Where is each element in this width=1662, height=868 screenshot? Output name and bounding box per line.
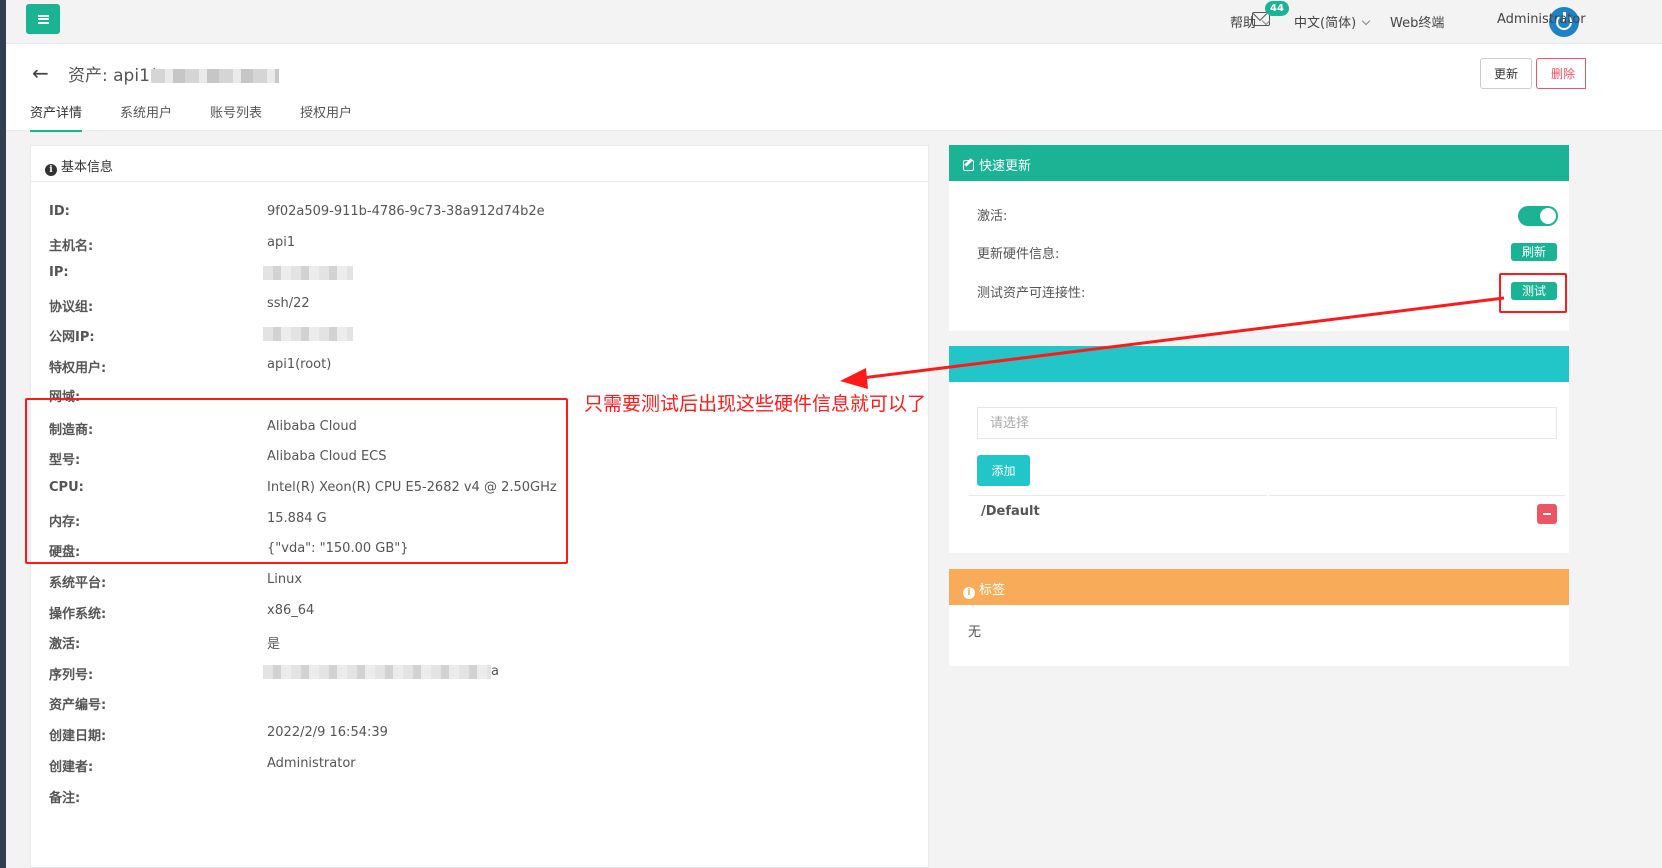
language-label: 中文(简体)	[1294, 16, 1357, 31]
test-connectivity-label: 测试资产可连接性:	[977, 286, 1086, 301]
web-terminal-link[interactable]: Web终端	[1390, 12, 1444, 31]
add-node-button[interactable]: 添加	[977, 455, 1030, 486]
tags-empty-text: 无	[968, 625, 982, 640]
info-value	[263, 265, 863, 280]
menu-toggle-button[interactable]	[26, 4, 60, 34]
active-toggle[interactable]	[1518, 206, 1558, 226]
info-value: Administrator	[267, 756, 356, 771]
node-select-input[interactable]	[977, 407, 1557, 439]
page-header: ← 资产: api1( 资产详情 系统用户 账号列表 授权用户 更新 删除	[6, 44, 1662, 132]
info-label: 序列号:	[49, 668, 94, 683]
info-value: ssh/22	[267, 296, 310, 311]
tab-asset-detail[interactable]: 资产详情	[30, 102, 83, 132]
divider	[1267, 495, 1269, 496]
info-value: x86_64	[267, 603, 315, 618]
chevron-down-icon	[1361, 16, 1371, 26]
tab-system-users[interactable]: 系统用户	[120, 102, 172, 132]
quick-update-title: 快速更新	[979, 159, 1032, 174]
info-label: 创建日期:	[49, 729, 107, 744]
update-button[interactable]: 更新	[1480, 58, 1532, 89]
info-label: IP:	[49, 265, 69, 280]
back-arrow-icon[interactable]: ←	[32, 61, 49, 85]
node-panel-header	[949, 346, 1569, 382]
tags-panel: i 标签 无	[949, 569, 1569, 666]
info-circle-icon: i	[45, 164, 57, 176]
info-label: 主机名:	[49, 239, 94, 254]
hardware-highlight-box	[25, 398, 568, 564]
info-label: 公网IP:	[49, 330, 95, 345]
refresh-hardware-button[interactable]: 刷新	[1511, 243, 1557, 261]
info-circle-icon: i	[963, 587, 975, 599]
info-label: 资产编号:	[49, 698, 107, 713]
active-label: 激活:	[977, 209, 1008, 224]
info-value: 2022/2/9 16:54:39	[267, 725, 388, 740]
masked-ip	[150, 69, 279, 83]
info-label: 备注:	[49, 791, 81, 806]
edit-icon	[963, 160, 974, 171]
top-navbar: 44 帮助 中文(简体) Web终端 Administrator	[6, 0, 1662, 44]
info-value	[263, 326, 863, 341]
annotation-text: 只需要测试后出现这些硬件信息就可以了	[584, 393, 927, 415]
info-value: a	[263, 664, 863, 679]
info-label: 操作系统:	[49, 607, 107, 622]
language-menu[interactable]: 中文(简体)	[1294, 12, 1371, 31]
info-value: api1	[267, 235, 296, 250]
info-label: 创建者:	[49, 760, 94, 775]
masked-value	[263, 664, 491, 679]
tab-account-list[interactable]: 账号列表	[210, 102, 262, 132]
masked-value	[263, 265, 353, 280]
quick-update-panel: 快速更新 激活: 更新硬件信息: 刷新 测试资产可连接性: 测试	[949, 145, 1569, 331]
info-label: 协议组:	[49, 300, 94, 315]
page-title-text: 资产: api1(	[68, 66, 157, 86]
tags-header: i 标签	[949, 569, 1569, 605]
basic-info-title: i 基本信息	[31, 146, 928, 182]
user-menu[interactable]: Administrator	[1497, 12, 1586, 27]
info-value: api1(root)	[267, 357, 332, 372]
remove-node-button[interactable]	[1537, 504, 1557, 524]
help-menu[interactable]: 帮助	[1230, 12, 1271, 31]
tab-bar: 资产详情 系统用户 账号列表 授权用户	[30, 102, 390, 132]
masked-value	[263, 326, 353, 341]
info-label: 系统平台:	[49, 576, 107, 591]
page-title: 资产: api1(	[68, 61, 279, 86]
node-item: /Default	[981, 504, 1040, 519]
basic-info-title-text: 基本信息	[61, 160, 114, 175]
help-label: 帮助	[1230, 16, 1257, 31]
hamburger-icon	[37, 14, 49, 24]
quick-update-header: 快速更新	[949, 145, 1569, 181]
hardware-label: 更新硬件信息:	[977, 247, 1060, 262]
tags-title: 标签	[979, 583, 1006, 598]
serial-suffix: a	[491, 664, 499, 679]
delete-button[interactable]: 删除	[1536, 58, 1586, 89]
tab-authorized-users[interactable]: 授权用户	[300, 102, 352, 132]
info-label: ID:	[49, 204, 70, 219]
chevron-down-icon	[1261, 16, 1271, 26]
node-panel: 添加 /Default	[949, 346, 1569, 553]
info-value: 9f02a509-911b-4786-9c73-38a912d74b2e	[267, 204, 545, 219]
info-label: 特权用户:	[49, 361, 107, 376]
info-label: 激活:	[49, 637, 81, 652]
info-value: Linux	[267, 572, 303, 587]
info-value: 是	[267, 637, 281, 652]
test-button-highlight-box	[1499, 273, 1567, 313]
